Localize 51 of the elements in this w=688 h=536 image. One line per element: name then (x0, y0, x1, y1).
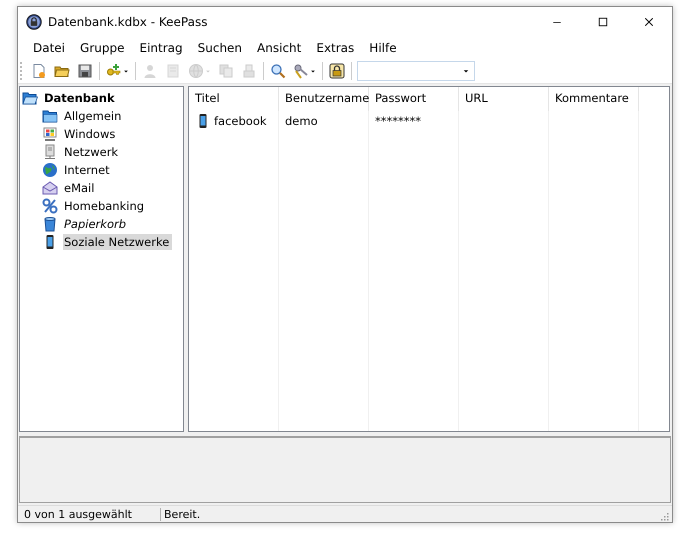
search-icon (270, 63, 286, 79)
maximize-icon (597, 16, 609, 28)
folder-icon (42, 108, 58, 124)
tree-item[interactable]: Soziale Netzwerke (63, 234, 172, 250)
column-header[interactable]: Titel (189, 87, 279, 111)
server-icon (42, 144, 58, 160)
menu-item[interactable]: Eintrag (132, 41, 190, 55)
menu-item[interactable]: Datei (26, 41, 72, 55)
column-header[interactable]: Passwort (369, 87, 459, 111)
tree-item[interactable]: Datenbank (43, 90, 118, 106)
menu-item[interactable]: Hilfe (362, 41, 404, 55)
column-header[interactable]: URL (459, 87, 549, 111)
table-cell: facebook (214, 114, 267, 128)
table-cell: ******** (375, 114, 421, 128)
new-document-icon (31, 63, 47, 79)
tree-item[interactable]: Windows (63, 126, 118, 142)
lock-icon (26, 14, 42, 30)
tree-item[interactable]: eMail (63, 180, 98, 196)
dropdown-arrow-icon (310, 68, 316, 74)
column-header[interactable]: Kommentare (549, 87, 639, 111)
table-cell: demo (285, 114, 318, 128)
menu-item[interactable]: Ansicht (250, 41, 308, 55)
percent-icon (42, 198, 58, 214)
person-icon (142, 63, 158, 79)
resize-grip-icon (658, 510, 670, 522)
menu-item[interactable]: Extras (309, 41, 362, 55)
close-icon (643, 16, 655, 28)
status-text: 0 von 1 ausgewählt (21, 508, 161, 520)
tree-item[interactable]: Netzwerk (63, 144, 122, 160)
window-title: Datenbank.kdbx - KeePass (48, 15, 208, 29)
column-header[interactable]: Benutzername (279, 87, 369, 111)
envelope-icon (42, 180, 58, 196)
stack-icon (241, 63, 257, 79)
globe-icon (42, 162, 58, 178)
search-field[interactable] (357, 61, 475, 81)
note-icon (165, 63, 181, 79)
dropdown-arrow-icon (123, 68, 129, 74)
menu-item[interactable]: Gruppe (73, 41, 132, 55)
tree-item[interactable]: Internet (63, 162, 113, 178)
tree-item[interactable]: Allgemein (63, 108, 124, 124)
copy-icon (218, 63, 234, 79)
keys-icon (293, 63, 309, 79)
trash-can-icon (42, 216, 58, 232)
tree-item[interactable]: Homebanking (63, 198, 148, 214)
padlock-icon (329, 63, 345, 79)
dropdown-arrow-icon (205, 68, 211, 74)
computer-icon (42, 126, 58, 142)
globe-icon (188, 63, 204, 79)
status-text: Bereit. (163, 508, 202, 520)
tree-item[interactable]: Papierkorb (63, 216, 130, 232)
menu-item[interactable]: Suchen (190, 41, 250, 55)
